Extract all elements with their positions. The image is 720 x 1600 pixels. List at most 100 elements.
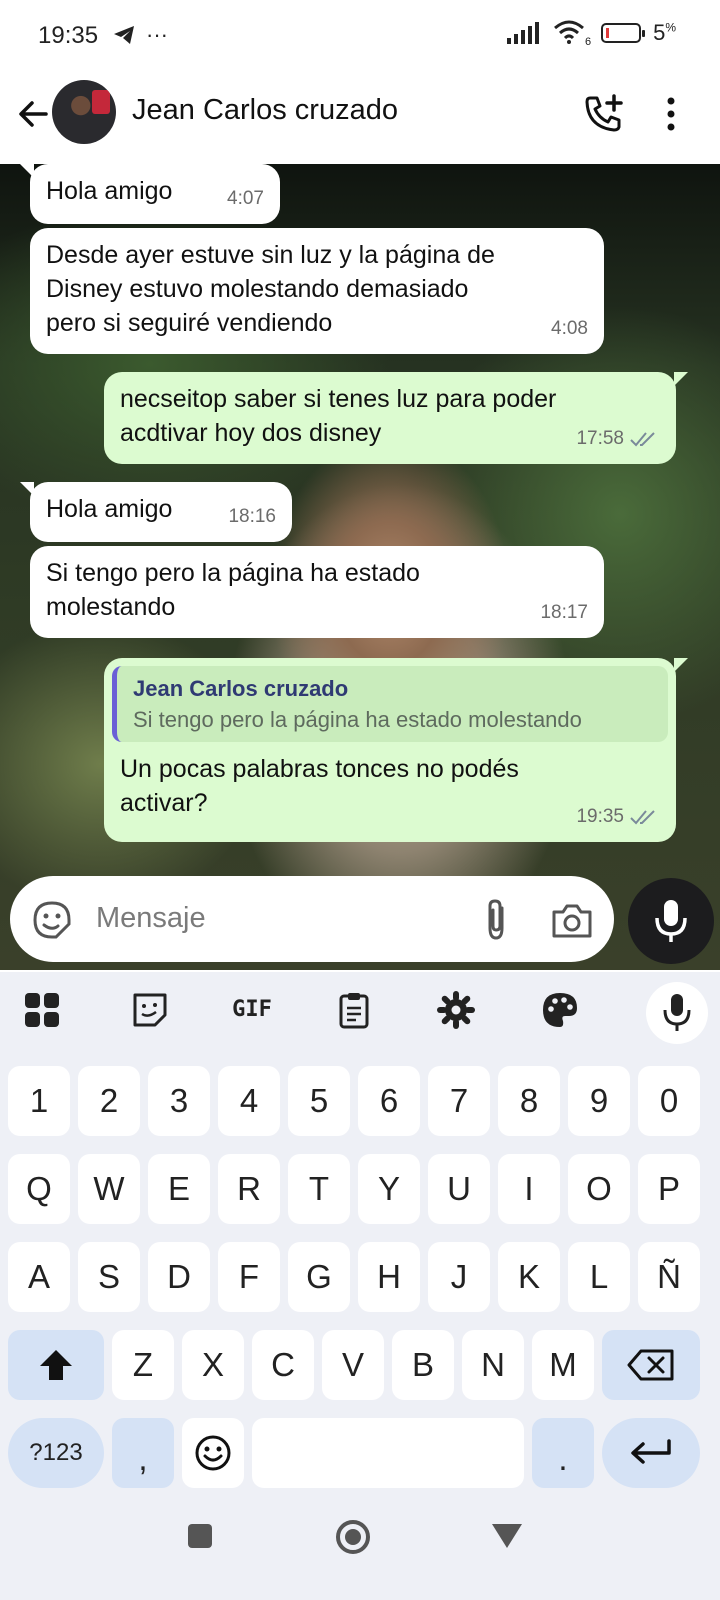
key[interactable]: U [428, 1154, 490, 1224]
back-arrow-icon[interactable] [14, 94, 54, 134]
key[interactable]: L [568, 1242, 630, 1312]
quoted-sender: Jean Carlos cruzado [133, 676, 349, 701]
add-call-icon[interactable] [582, 92, 626, 136]
palette-icon[interactable] [540, 990, 580, 1030]
voice-record-button[interactable] [628, 878, 714, 964]
key[interactable]: V [322, 1330, 384, 1400]
space-bar[interactable] [252, 1418, 524, 1488]
key[interactable]: E [148, 1154, 210, 1224]
key[interactable]: Z [112, 1330, 174, 1400]
quoted-text: Si tengo pero la página ha estado molest… [133, 707, 582, 732]
key[interactable]: D [148, 1242, 210, 1312]
emoji-key[interactable] [182, 1418, 244, 1488]
backspace-icon [627, 1349, 674, 1381]
key[interactable]: P [638, 1154, 700, 1224]
symbols-key[interactable]: ?123 [8, 1418, 104, 1488]
key[interactable]: O [568, 1154, 630, 1224]
clipboard-icon[interactable] [334, 990, 374, 1030]
message-incoming[interactable]: Si tengo pero la página ha estado molest… [30, 546, 604, 638]
wifi-icon: 6 [553, 20, 592, 48]
enter-key[interactable] [602, 1418, 700, 1488]
key[interactable]: R [218, 1154, 280, 1224]
read-receipt-icon [630, 810, 655, 825]
sticker-icon[interactable] [130, 990, 170, 1030]
message-time: 19:35 [576, 806, 624, 827]
avatar[interactable] [52, 80, 116, 144]
mic-icon [663, 994, 691, 1031]
key[interactable]: 2 [78, 1066, 140, 1136]
shift-key[interactable] [8, 1330, 104, 1400]
message-time: 18:17 [540, 602, 588, 623]
key[interactable]: T [288, 1154, 350, 1224]
key[interactable]: 0 [638, 1066, 700, 1136]
message-time: 4:07 [227, 188, 264, 209]
sticker-emoji-icon[interactable] [32, 900, 72, 940]
message-time: 18:16 [228, 506, 276, 527]
key[interactable]: 4 [218, 1066, 280, 1136]
key[interactable]: 6 [358, 1066, 420, 1136]
message-time: 17:58 [576, 428, 624, 449]
key[interactable]: A [8, 1242, 70, 1312]
key[interactable]: 5 [288, 1066, 350, 1136]
key[interactable]: G [288, 1242, 350, 1312]
key[interactable]: X [182, 1330, 244, 1400]
key[interactable]: K [498, 1242, 560, 1312]
comma-key[interactable]: , [112, 1418, 174, 1488]
wifi-badge: 6 [584, 36, 592, 48]
recents-square-icon[interactable] [186, 1522, 214, 1550]
key[interactable]: 1 [8, 1066, 70, 1136]
gif-button[interactable]: GIF [228, 990, 276, 1030]
key[interactable]: C [252, 1330, 314, 1400]
signal-icon [507, 22, 540, 44]
camera-icon[interactable] [550, 900, 594, 940]
key[interactable]: W [78, 1154, 140, 1224]
key[interactable]: M [532, 1330, 594, 1400]
back-triangle-icon[interactable] [490, 1522, 524, 1550]
contact-name[interactable]: Jean Carlos cruzado [132, 94, 398, 127]
battery-icon [601, 23, 646, 43]
key[interactable]: H [358, 1242, 420, 1312]
message-outgoing[interactable]: necseitop saber si tenes luz para poder … [104, 372, 676, 464]
settings-icon[interactable] [436, 990, 476, 1030]
message-input[interactable] [96, 896, 456, 940]
shift-arrow-icon [40, 1350, 72, 1380]
message-time: 4:08 [551, 318, 588, 339]
period-key[interactable]: . [532, 1418, 594, 1488]
message-incoming[interactable]: Hola amigo 18:16 [30, 482, 292, 542]
key[interactable]: 9 [568, 1066, 630, 1136]
key[interactable]: 7 [428, 1066, 490, 1136]
system-nav-bar [0, 1490, 720, 1600]
attach-icon[interactable] [476, 898, 516, 942]
chat-header: Jean Carlos cruzado [0, 72, 720, 164]
emoji-smile-icon [195, 1435, 231, 1471]
key[interactable]: 8 [498, 1066, 560, 1136]
status-bar: 19:35 ··· 6 5% [0, 0, 720, 72]
apps-grid-icon[interactable] [22, 990, 62, 1030]
key[interactable]: S [78, 1242, 140, 1312]
key[interactable]: Q [8, 1154, 70, 1224]
key[interactable]: N [462, 1330, 524, 1400]
home-circle-icon[interactable] [334, 1518, 372, 1556]
mic-icon [655, 900, 687, 942]
more-vert-icon[interactable] [656, 92, 686, 136]
status-overflow: ··· [146, 22, 168, 47]
message-outgoing[interactable]: Jean Carlos cruzado Si tengo pero la pág… [104, 658, 676, 842]
quoted-message[interactable]: Jean Carlos cruzado Si tengo pero la pág… [112, 666, 668, 742]
key[interactable]: J [428, 1242, 490, 1312]
composer [10, 876, 614, 962]
key[interactable]: Y [358, 1154, 420, 1224]
telegram-icon [114, 26, 134, 44]
read-receipt-icon [630, 432, 655, 447]
chat-area[interactable]: Hola amigo 4:07 Desde ayer estuve sin lu… [0, 164, 720, 970]
key[interactable]: F [218, 1242, 280, 1312]
key[interactable]: Ñ [638, 1242, 700, 1312]
backspace-key[interactable] [602, 1330, 700, 1400]
key[interactable]: I [498, 1154, 560, 1224]
key[interactable]: 3 [148, 1066, 210, 1136]
key[interactable]: B [392, 1330, 454, 1400]
message-text: Desde ayer estuve sin luz y la página de… [46, 241, 495, 337]
status-time: 19:35 [38, 22, 99, 49]
keyboard-voice-button[interactable] [646, 982, 708, 1044]
message-incoming[interactable]: Desde ayer estuve sin luz y la página de… [30, 228, 604, 354]
message-incoming[interactable]: Hola amigo 4:07 [30, 164, 280, 224]
